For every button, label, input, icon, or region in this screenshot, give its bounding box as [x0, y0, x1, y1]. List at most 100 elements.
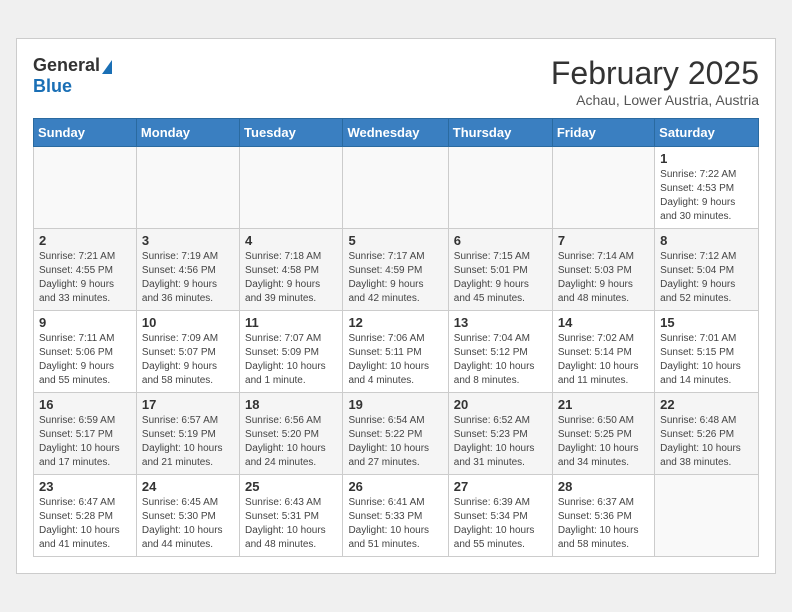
- day-cell: 18 Sunrise: 6:56 AM Sunset: 5:20 PM Dayli…: [240, 393, 343, 475]
- day-info: Sunrise: 6:37 AM Sunset: 5:36 PM Dayligh…: [558, 496, 649, 552]
- day-info: Sunrise: 6:45 AM Sunset: 5:30 PM Dayligh…: [142, 496, 234, 552]
- day-cell: 12Sunrise: 7:06 AM Sunset: 5:11 PM Dayli…: [343, 311, 448, 393]
- day-cell: 20Sunrise: 6:52 AM Sunset: 5:23 PM Dayli…: [448, 393, 552, 475]
- day-info: Sunrise: 7:11 AM Sunset: 5:06 PM Dayligh…: [39, 332, 131, 388]
- day-cell: 13 Sunrise: 7:04 AM Sunset: 5:12 PM Dayli…: [448, 311, 552, 393]
- day-info: Sunrise: 7:22 AM Sunset: 4:53 PM Dayligh…: [660, 168, 753, 224]
- day-number: 27: [454, 479, 547, 494]
- day-info: Sunrise: 6:39 AM Sunset: 5:34 PM Dayligh…: [454, 496, 547, 552]
- day-number: 9: [39, 315, 131, 330]
- day-cell: [240, 147, 343, 229]
- month-year: February 2025: [551, 55, 759, 92]
- day-number: 17: [142, 397, 234, 412]
- day-info: Sunrise: 6:56 AM Sunset: 5:20 PM Dayligh…: [245, 414, 337, 470]
- weekday-header-friday: Friday: [552, 119, 654, 147]
- day-info: Sunrise: 7:17 AM Sunset: 4:59 PM Dayligh…: [348, 250, 442, 306]
- day-info: Sunrise: 7:14 AM Sunset: 5:03 PM Dayligh…: [558, 250, 649, 306]
- day-number: 28: [558, 479, 649, 494]
- day-cell: [448, 147, 552, 229]
- day-cell: 22 Sunrise: 6:48 AM Sunset: 5:26 PM Dayli…: [655, 393, 759, 475]
- day-number: 14: [558, 315, 649, 330]
- day-info: Sunrise: 7:12 AM Sunset: 5:04 PM Dayligh…: [660, 250, 753, 306]
- day-cell: 4Sunrise: 7:18 AM Sunset: 4:58 PM Daylig…: [240, 229, 343, 311]
- day-cell: 6 Sunrise: 7:15 AM Sunset: 5:01 PM Daylig…: [448, 229, 552, 311]
- day-number: 16: [39, 397, 131, 412]
- week-row-3: 9 Sunrise: 7:11 AM Sunset: 5:06 PM Daylig…: [34, 311, 759, 393]
- day-number: 1: [660, 151, 753, 166]
- day-info: Sunrise: 6:48 AM Sunset: 5:26 PM Dayligh…: [660, 414, 753, 470]
- day-number: 25: [245, 479, 337, 494]
- logo: General Blue: [33, 55, 112, 97]
- weekday-header-thursday: Thursday: [448, 119, 552, 147]
- day-number: 24: [142, 479, 234, 494]
- day-info: Sunrise: 7:07 AM Sunset: 5:09 PM Dayligh…: [245, 332, 337, 388]
- day-number: 26: [348, 479, 442, 494]
- weekday-header-row: SundayMondayTuesdayWednesdayThursdayFrid…: [34, 119, 759, 147]
- header: General Blue February 2025 Achau, Lower …: [33, 55, 759, 108]
- day-number: 3: [142, 233, 234, 248]
- calendar-table: SundayMondayTuesdayWednesdayThursdayFrid…: [33, 118, 759, 557]
- calendar-container: General Blue February 2025 Achau, Lower …: [16, 38, 776, 574]
- day-cell: 8 Sunrise: 7:12 AM Sunset: 5:04 PM Daylig…: [655, 229, 759, 311]
- day-cell: 24 Sunrise: 6:45 AM Sunset: 5:30 PM Dayli…: [136, 475, 239, 557]
- day-cell: 14 Sunrise: 7:02 AM Sunset: 5:14 PM Dayli…: [552, 311, 654, 393]
- day-number: 7: [558, 233, 649, 248]
- day-info: Sunrise: 6:50 AM Sunset: 5:25 PM Dayligh…: [558, 414, 649, 470]
- day-cell: 15 Sunrise: 7:01 AM Sunset: 5:15 PM Dayli…: [655, 311, 759, 393]
- weekday-header-saturday: Saturday: [655, 119, 759, 147]
- day-cell: 25 Sunrise: 6:43 AM Sunset: 5:31 PM Dayli…: [240, 475, 343, 557]
- day-cell: 26 Sunrise: 6:41 AM Sunset: 5:33 PM Dayli…: [343, 475, 448, 557]
- day-cell: [34, 147, 137, 229]
- week-row-4: 16 Sunrise: 6:59 AM Sunset: 5:17 PM Dayli…: [34, 393, 759, 475]
- day-info: Sunrise: 6:47 AM Sunset: 5:28 PM Dayligh…: [39, 496, 131, 552]
- logo-general-text: General: [33, 55, 100, 76]
- day-number: 2: [39, 233, 131, 248]
- weekday-header-tuesday: Tuesday: [240, 119, 343, 147]
- week-row-1: 1 Sunrise: 7:22 AM Sunset: 4:53 PM Daylig…: [34, 147, 759, 229]
- day-cell: [552, 147, 654, 229]
- day-number: 5: [348, 233, 442, 248]
- day-info: Sunrise: 6:43 AM Sunset: 5:31 PM Dayligh…: [245, 496, 337, 552]
- day-cell: 11Sunrise: 7:07 AM Sunset: 5:09 PM Dayli…: [240, 311, 343, 393]
- day-cell: 9 Sunrise: 7:11 AM Sunset: 5:06 PM Daylig…: [34, 311, 137, 393]
- day-cell: 28 Sunrise: 6:37 AM Sunset: 5:36 PM Dayli…: [552, 475, 654, 557]
- day-cell: 1 Sunrise: 7:22 AM Sunset: 4:53 PM Daylig…: [655, 147, 759, 229]
- day-info: Sunrise: 7:06 AM Sunset: 5:11 PM Dayligh…: [348, 332, 442, 388]
- weekday-header-sunday: Sunday: [34, 119, 137, 147]
- day-info: Sunrise: 6:57 AM Sunset: 5:19 PM Dayligh…: [142, 414, 234, 470]
- logo-blue-text: Blue: [33, 76, 112, 97]
- day-cell: 19 Sunrise: 6:54 AM Sunset: 5:22 PM Dayli…: [343, 393, 448, 475]
- day-cell: [136, 147, 239, 229]
- day-cell: 21 Sunrise: 6:50 AM Sunset: 5:25 PM Dayli…: [552, 393, 654, 475]
- day-number: 13: [454, 315, 547, 330]
- day-number: 19: [348, 397, 442, 412]
- day-number: 15: [660, 315, 753, 330]
- day-number: 21: [558, 397, 649, 412]
- day-cell: 10Sunrise: 7:09 AM Sunset: 5:07 PM Dayli…: [136, 311, 239, 393]
- day-number: 8: [660, 233, 753, 248]
- day-info: Sunrise: 7:04 AM Sunset: 5:12 PM Dayligh…: [454, 332, 547, 388]
- day-cell: 23 Sunrise: 6:47 AM Sunset: 5:28 PM Dayli…: [34, 475, 137, 557]
- day-info: Sunrise: 6:54 AM Sunset: 5:22 PM Dayligh…: [348, 414, 442, 470]
- day-number: 22: [660, 397, 753, 412]
- day-info: Sunrise: 6:59 AM Sunset: 5:17 PM Dayligh…: [39, 414, 131, 470]
- day-cell: 3 Sunrise: 7:19 AM Sunset: 4:56 PM Daylig…: [136, 229, 239, 311]
- day-number: 18: [245, 397, 337, 412]
- day-info: Sunrise: 6:41 AM Sunset: 5:33 PM Dayligh…: [348, 496, 442, 552]
- day-cell: 17 Sunrise: 6:57 AM Sunset: 5:19 PM Dayli…: [136, 393, 239, 475]
- day-info: Sunrise: 7:15 AM Sunset: 5:01 PM Dayligh…: [454, 250, 547, 306]
- day-cell: 7 Sunrise: 7:14 AM Sunset: 5:03 PM Daylig…: [552, 229, 654, 311]
- day-cell: [655, 475, 759, 557]
- day-cell: 5 Sunrise: 7:17 AM Sunset: 4:59 PM Daylig…: [343, 229, 448, 311]
- day-cell: 2Sunrise: 7:21 AM Sunset: 4:55 PM Daylig…: [34, 229, 137, 311]
- day-number: 6: [454, 233, 547, 248]
- weekday-header-monday: Monday: [136, 119, 239, 147]
- day-info: Sunrise: 7:01 AM Sunset: 5:15 PM Dayligh…: [660, 332, 753, 388]
- weekday-header-wednesday: Wednesday: [343, 119, 448, 147]
- week-row-5: 23 Sunrise: 6:47 AM Sunset: 5:28 PM Dayli…: [34, 475, 759, 557]
- day-info: Sunrise: 7:19 AM Sunset: 4:56 PM Dayligh…: [142, 250, 234, 306]
- day-number: 23: [39, 479, 131, 494]
- day-info: Sunrise: 6:52 AM Sunset: 5:23 PM Dayligh…: [454, 414, 547, 470]
- location: Achau, Lower Austria, Austria: [551, 92, 759, 108]
- day-info: Sunrise: 7:02 AM Sunset: 5:14 PM Dayligh…: [558, 332, 649, 388]
